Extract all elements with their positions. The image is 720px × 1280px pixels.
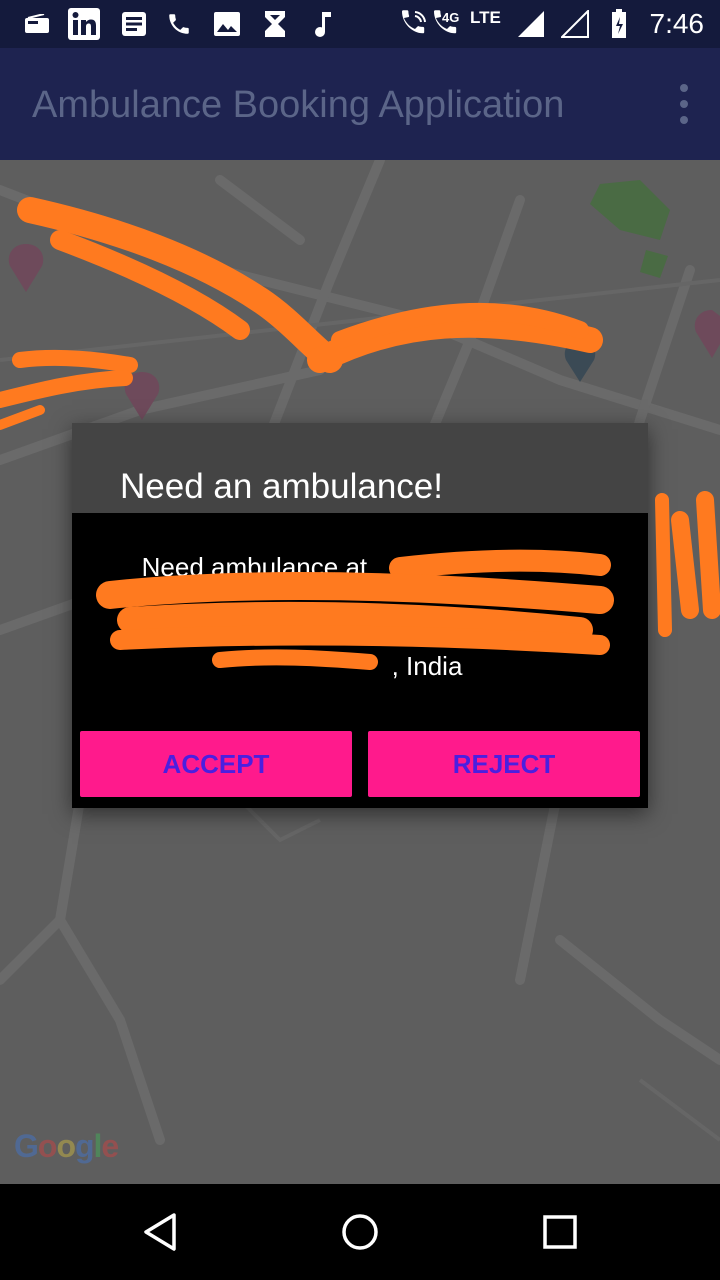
status-bar: 4G LTE 7:46 [0, 0, 720, 48]
recents-icon[interactable] [540, 1212, 580, 1252]
app-bar: Ambulance Booking Application [0, 48, 720, 160]
signal-icon [516, 8, 546, 40]
status-time: 7:46 [649, 8, 705, 39]
image-icon [212, 8, 242, 40]
google-logo: Google [14, 1128, 119, 1164]
network-4g-label: 4G [442, 10, 460, 25]
message-suffix: , India [391, 651, 463, 681]
ambulance-request-dialog: Need an ambulance! Need ambulance at xxx… [72, 423, 648, 808]
radio-icon [22, 8, 52, 40]
app-title: Ambulance Booking Application [32, 84, 565, 126]
message-icon [120, 8, 148, 40]
more-vert-icon[interactable] [672, 84, 696, 124]
back-icon[interactable] [140, 1212, 180, 1252]
dialog-title: Need an ambulance! [120, 467, 443, 506]
music-note-icon [310, 8, 334, 40]
accept-button[interactable]: ACCEPT [80, 731, 352, 797]
message-prefix: Need ambulance at [141, 552, 368, 582]
network-lte-label: LTE [470, 8, 501, 27]
phone-icon [165, 8, 193, 40]
reject-button[interactable]: REJECT [368, 731, 640, 797]
dialog-message: Need ambulance at xxxxxxxxxxxxxxxx xxxxx… [112, 551, 612, 683]
battery-icon [610, 8, 628, 40]
signal-empty-icon [560, 8, 590, 40]
linkedin-icon [68, 8, 100, 40]
navigation-bar [0, 1184, 720, 1280]
hourglass-icon [262, 8, 288, 40]
wifi-call-icon [398, 8, 430, 40]
home-icon[interactable] [340, 1212, 380, 1252]
